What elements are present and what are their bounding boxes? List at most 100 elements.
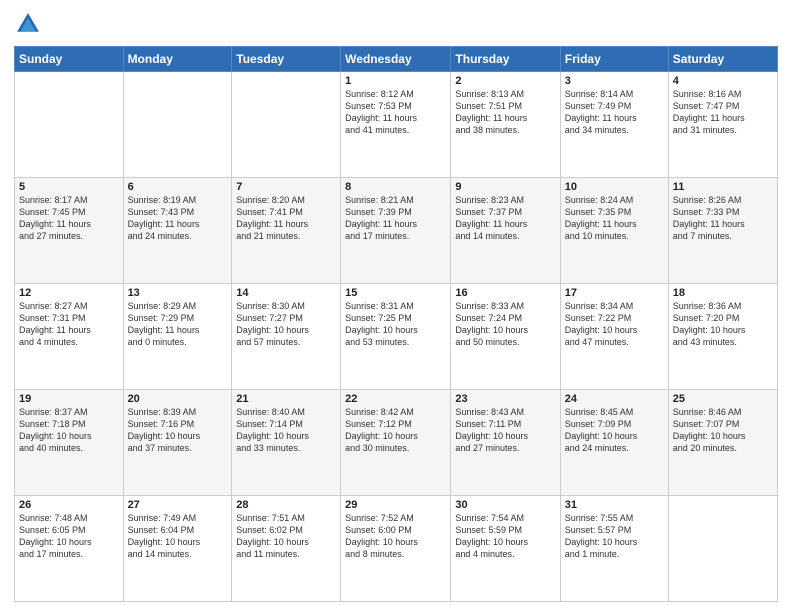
header [14, 10, 778, 38]
weekday-header-wednesday: Wednesday [341, 47, 451, 72]
weekday-header-row: SundayMondayTuesdayWednesdayThursdayFrid… [15, 47, 778, 72]
calendar-cell: 25Sunrise: 8:46 AM Sunset: 7:07 PM Dayli… [668, 390, 777, 496]
week-row-4: 19Sunrise: 8:37 AM Sunset: 7:18 PM Dayli… [15, 390, 778, 496]
day-number: 19 [19, 393, 119, 405]
week-row-5: 26Sunrise: 7:48 AM Sunset: 6:05 PM Dayli… [15, 496, 778, 602]
weekday-header-monday: Monday [123, 47, 232, 72]
day-info: Sunrise: 8:20 AM Sunset: 7:41 PM Dayligh… [236, 194, 336, 243]
day-info: Sunrise: 8:17 AM Sunset: 7:45 PM Dayligh… [19, 194, 119, 243]
day-number: 1 [345, 75, 446, 87]
weekday-header-sunday: Sunday [15, 47, 124, 72]
day-info: Sunrise: 7:54 AM Sunset: 5:59 PM Dayligh… [455, 512, 555, 561]
calendar-cell: 24Sunrise: 8:45 AM Sunset: 7:09 PM Dayli… [560, 390, 668, 496]
day-info: Sunrise: 8:34 AM Sunset: 7:22 PM Dayligh… [565, 300, 664, 349]
day-info: Sunrise: 8:21 AM Sunset: 7:39 PM Dayligh… [345, 194, 446, 243]
calendar-cell: 1Sunrise: 8:12 AM Sunset: 7:53 PM Daylig… [341, 72, 451, 178]
day-number: 10 [565, 181, 664, 193]
day-number: 23 [455, 393, 555, 405]
day-number: 16 [455, 287, 555, 299]
day-info: Sunrise: 8:12 AM Sunset: 7:53 PM Dayligh… [345, 88, 446, 137]
day-number: 22 [345, 393, 446, 405]
day-info: Sunrise: 8:14 AM Sunset: 7:49 PM Dayligh… [565, 88, 664, 137]
day-info: Sunrise: 8:31 AM Sunset: 7:25 PM Dayligh… [345, 300, 446, 349]
day-number: 20 [128, 393, 228, 405]
logo-icon [14, 10, 42, 38]
day-info: Sunrise: 8:16 AM Sunset: 7:47 PM Dayligh… [673, 88, 773, 137]
day-number: 29 [345, 499, 446, 511]
week-row-3: 12Sunrise: 8:27 AM Sunset: 7:31 PM Dayli… [15, 284, 778, 390]
calendar-cell: 21Sunrise: 8:40 AM Sunset: 7:14 PM Dayli… [232, 390, 341, 496]
weekday-header-saturday: Saturday [668, 47, 777, 72]
day-number: 17 [565, 287, 664, 299]
calendar-cell: 19Sunrise: 8:37 AM Sunset: 7:18 PM Dayli… [15, 390, 124, 496]
day-info: Sunrise: 8:39 AM Sunset: 7:16 PM Dayligh… [128, 406, 228, 455]
day-info: Sunrise: 8:40 AM Sunset: 7:14 PM Dayligh… [236, 406, 336, 455]
day-info: Sunrise: 8:37 AM Sunset: 7:18 PM Dayligh… [19, 406, 119, 455]
day-info: Sunrise: 8:43 AM Sunset: 7:11 PM Dayligh… [455, 406, 555, 455]
calendar-cell: 10Sunrise: 8:24 AM Sunset: 7:35 PM Dayli… [560, 178, 668, 284]
day-info: Sunrise: 7:51 AM Sunset: 6:02 PM Dayligh… [236, 512, 336, 561]
calendar-cell [15, 72, 124, 178]
day-number: 18 [673, 287, 773, 299]
calendar-cell: 9Sunrise: 8:23 AM Sunset: 7:37 PM Daylig… [451, 178, 560, 284]
calendar-cell: 12Sunrise: 8:27 AM Sunset: 7:31 PM Dayli… [15, 284, 124, 390]
day-number: 24 [565, 393, 664, 405]
day-info: Sunrise: 8:36 AM Sunset: 7:20 PM Dayligh… [673, 300, 773, 349]
calendar-cell: 13Sunrise: 8:29 AM Sunset: 7:29 PM Dayli… [123, 284, 232, 390]
calendar-cell [668, 496, 777, 602]
day-info: Sunrise: 8:46 AM Sunset: 7:07 PM Dayligh… [673, 406, 773, 455]
calendar-cell: 22Sunrise: 8:42 AM Sunset: 7:12 PM Dayli… [341, 390, 451, 496]
day-number: 7 [236, 181, 336, 193]
calendar-cell: 26Sunrise: 7:48 AM Sunset: 6:05 PM Dayli… [15, 496, 124, 602]
calendar-cell: 6Sunrise: 8:19 AM Sunset: 7:43 PM Daylig… [123, 178, 232, 284]
calendar-cell: 14Sunrise: 8:30 AM Sunset: 7:27 PM Dayli… [232, 284, 341, 390]
day-number: 6 [128, 181, 228, 193]
calendar-cell: 11Sunrise: 8:26 AM Sunset: 7:33 PM Dayli… [668, 178, 777, 284]
day-number: 13 [128, 287, 228, 299]
calendar-cell: 8Sunrise: 8:21 AM Sunset: 7:39 PM Daylig… [341, 178, 451, 284]
day-info: Sunrise: 7:49 AM Sunset: 6:04 PM Dayligh… [128, 512, 228, 561]
weekday-header-thursday: Thursday [451, 47, 560, 72]
calendar-cell: 4Sunrise: 8:16 AM Sunset: 7:47 PM Daylig… [668, 72, 777, 178]
page: SundayMondayTuesdayWednesdayThursdayFrid… [0, 0, 792, 612]
day-info: Sunrise: 8:19 AM Sunset: 7:43 PM Dayligh… [128, 194, 228, 243]
calendar-cell: 3Sunrise: 8:14 AM Sunset: 7:49 PM Daylig… [560, 72, 668, 178]
day-info: Sunrise: 8:33 AM Sunset: 7:24 PM Dayligh… [455, 300, 555, 349]
day-number: 3 [565, 75, 664, 87]
day-number: 2 [455, 75, 555, 87]
day-info: Sunrise: 8:13 AM Sunset: 7:51 PM Dayligh… [455, 88, 555, 137]
calendar-cell: 5Sunrise: 8:17 AM Sunset: 7:45 PM Daylig… [15, 178, 124, 284]
calendar-cell: 2Sunrise: 8:13 AM Sunset: 7:51 PM Daylig… [451, 72, 560, 178]
calendar-cell: 27Sunrise: 7:49 AM Sunset: 6:04 PM Dayli… [123, 496, 232, 602]
weekday-header-tuesday: Tuesday [232, 47, 341, 72]
day-number: 31 [565, 499, 664, 511]
calendar-cell [123, 72, 232, 178]
day-number: 11 [673, 181, 773, 193]
calendar-cell: 28Sunrise: 7:51 AM Sunset: 6:02 PM Dayli… [232, 496, 341, 602]
day-info: Sunrise: 8:26 AM Sunset: 7:33 PM Dayligh… [673, 194, 773, 243]
calendar-cell: 30Sunrise: 7:54 AM Sunset: 5:59 PM Dayli… [451, 496, 560, 602]
day-number: 30 [455, 499, 555, 511]
day-number: 28 [236, 499, 336, 511]
day-info: Sunrise: 8:30 AM Sunset: 7:27 PM Dayligh… [236, 300, 336, 349]
day-info: Sunrise: 8:45 AM Sunset: 7:09 PM Dayligh… [565, 406, 664, 455]
week-row-2: 5Sunrise: 8:17 AM Sunset: 7:45 PM Daylig… [15, 178, 778, 284]
calendar-cell: 7Sunrise: 8:20 AM Sunset: 7:41 PM Daylig… [232, 178, 341, 284]
calendar-cell: 18Sunrise: 8:36 AM Sunset: 7:20 PM Dayli… [668, 284, 777, 390]
calendar-cell: 16Sunrise: 8:33 AM Sunset: 7:24 PM Dayli… [451, 284, 560, 390]
day-info: Sunrise: 8:29 AM Sunset: 7:29 PM Dayligh… [128, 300, 228, 349]
calendar-cell [232, 72, 341, 178]
day-info: Sunrise: 8:23 AM Sunset: 7:37 PM Dayligh… [455, 194, 555, 243]
day-number: 9 [455, 181, 555, 193]
day-number: 21 [236, 393, 336, 405]
day-number: 8 [345, 181, 446, 193]
calendar-cell: 31Sunrise: 7:55 AM Sunset: 5:57 PM Dayli… [560, 496, 668, 602]
day-number: 12 [19, 287, 119, 299]
calendar-cell: 15Sunrise: 8:31 AM Sunset: 7:25 PM Dayli… [341, 284, 451, 390]
day-number: 25 [673, 393, 773, 405]
logo [14, 10, 46, 38]
day-info: Sunrise: 7:55 AM Sunset: 5:57 PM Dayligh… [565, 512, 664, 561]
day-info: Sunrise: 8:27 AM Sunset: 7:31 PM Dayligh… [19, 300, 119, 349]
day-info: Sunrise: 7:48 AM Sunset: 6:05 PM Dayligh… [19, 512, 119, 561]
calendar-cell: 17Sunrise: 8:34 AM Sunset: 7:22 PM Dayli… [560, 284, 668, 390]
